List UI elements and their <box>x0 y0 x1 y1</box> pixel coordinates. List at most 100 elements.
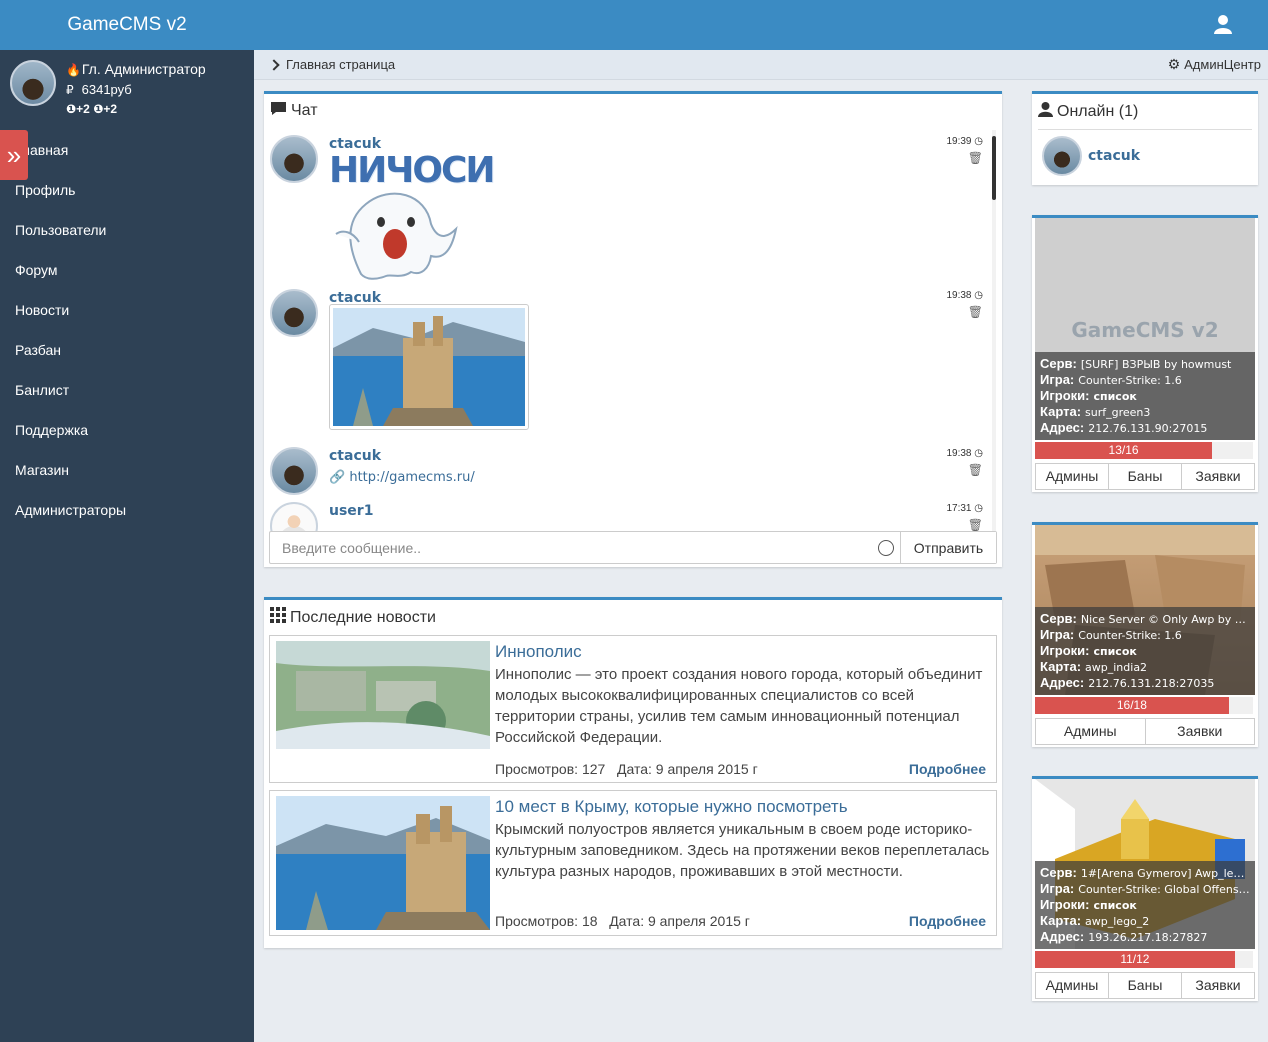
double-chevron-right-icon: » <box>6 139 22 170</box>
chat-link[interactable]: 🔗 http://gamecms.ru/ <box>329 470 475 485</box>
server-name: [SURF] ВЗРЫВ by howmust <box>1080 358 1232 371</box>
chat-time: 19:39 ◷ <box>946 136 983 147</box>
players-progress-fill: 11/12 <box>1035 951 1235 968</box>
badge-1[interactable]: +2 <box>76 102 90 116</box>
server-game: Counter-Strike: Global Offensive <box>1078 883 1250 896</box>
avatar[interactable] <box>270 502 318 531</box>
chevron-right-icon <box>268 59 280 71</box>
sidebar-item-forum[interactable]: Форум <box>0 250 254 290</box>
chat-title: Чат <box>291 102 318 119</box>
read-more-link[interactable]: Подробнее <box>909 761 986 777</box>
sidebar-item-admins[interactable]: Администраторы <box>0 490 254 530</box>
bans-button[interactable]: Баны <box>1109 973 1182 998</box>
requests-button[interactable]: Заявки <box>1182 973 1254 998</box>
smile-icon[interactable] <box>878 540 894 556</box>
server-map: awp_india2 <box>1085 661 1148 674</box>
avatar[interactable] <box>270 289 318 337</box>
user-icon[interactable] <box>1214 14 1232 34</box>
user-balance[interactable]: 6341руб <box>82 82 132 97</box>
players-list-link[interactable]: список <box>1093 645 1136 658</box>
server-address: 193.26.217.18:27827 <box>1088 931 1208 944</box>
user-role: Гл. Администратор <box>81 61 206 77</box>
user-icon <box>1038 101 1053 122</box>
chat-scrollbar[interactable] <box>992 130 996 531</box>
chat-message-input[interactable]: Введите сообщение.. <box>270 532 900 563</box>
crimea-thumbnail[interactable] <box>276 796 490 930</box>
players-progress: 16/18 <box>1035 697 1253 714</box>
chat-messages[interactable]: ctacuk 19:39 ◷ 🗑 НИЧОСИ ctacuk 19:38 ◷ 🗑 <box>269 130 995 531</box>
server-buttons: Админы Баны Заявки <box>1035 463 1255 490</box>
players-progress: 11/12 <box>1035 951 1253 968</box>
server-buttons: Админы Заявки <box>1035 718 1255 745</box>
avatar[interactable] <box>1042 136 1082 176</box>
innopolis-thumbnail[interactable] <box>276 641 490 749</box>
chat-nick[interactable]: ctacuk <box>329 448 381 464</box>
players-list-link[interactable]: список <box>1093 390 1136 403</box>
server-info: Серв: Nice Server © Only Awp by how... Иг… <box>1035 607 1255 695</box>
players-list-link[interactable]: список <box>1093 899 1136 912</box>
breadcrumb-current[interactable]: Главная страница <box>286 57 395 72</box>
chat-panel: Чат ctacuk 19:39 ◷ 🗑 НИЧОСИ ctacuk 19:38… <box>264 91 1002 567</box>
sidebar-item-profile[interactable]: Профиль <box>0 170 254 210</box>
server-map: awp_lego_2 <box>1085 915 1150 928</box>
info-icon: ❶ <box>66 102 77 116</box>
requests-button[interactable]: Заявки <box>1146 719 1255 744</box>
brand-logo[interactable]: GameCMS v2 <box>0 0 254 50</box>
admins-button[interactable]: Админы <box>1036 464 1109 489</box>
server-game: Counter-Strike: 1.6 <box>1078 374 1182 387</box>
send-button[interactable]: Отправить <box>900 532 996 563</box>
badge-2[interactable]: +2 <box>103 102 117 116</box>
sidebar-item-home[interactable]: Главная <box>0 130 254 170</box>
server-info: Серв: [SURF] ВЗРЫВ by howmust Игра: Counte… <box>1035 352 1255 440</box>
sidebar-item-unban[interactable]: Разбан <box>0 330 254 370</box>
chat-time: 17:31 ◷ <box>946 503 983 514</box>
chat-time: 19:38 ◷ <box>946 290 983 301</box>
avatar[interactable] <box>10 60 56 106</box>
ruble-icon: ₽ <box>66 83 74 97</box>
server-map-image[interactable]: Серв: Nice Server © Only Awp by how... Иг… <box>1035 525 1255 695</box>
news-title: Последние новости <box>290 608 436 626</box>
admin-center-label: АдминЦентр <box>1184 57 1261 72</box>
server-card: Серв: Nice Server © Only Awp by how... Иг… <box>1032 522 1258 747</box>
news-title-link[interactable]: Иннополис <box>495 642 582 662</box>
chat-input-group: Введите сообщение.. Отправить <box>269 531 997 564</box>
chat-image[interactable] <box>329 304 529 430</box>
chat-nick[interactable]: user1 <box>329 503 373 519</box>
chat-message: ctacuk 19:39 ◷ 🗑 НИЧОСИ <box>269 130 987 280</box>
sidebar-item-banlist[interactable]: Банлист <box>0 370 254 410</box>
grid-icon <box>270 607 286 628</box>
sidebar-item-news[interactable]: Новости <box>0 290 254 330</box>
news-meta: Просмотров: 18 Дата: 9 апреля 2015 г <box>495 913 750 929</box>
trash-icon[interactable]: 🗑 <box>968 518 983 531</box>
news-item: 10 мест в Крыму, которые нужно посмотрет… <box>269 790 997 936</box>
news-panel: Последние новости Иннополис Иннополис — … <box>264 597 1002 948</box>
admins-button[interactable]: Админы <box>1036 973 1109 998</box>
trash-icon[interactable]: 🗑 <box>968 305 983 319</box>
bans-button[interactable]: Баны <box>1109 464 1182 489</box>
server-card: Серв: 1#[Arena Gymerov] Awp_lego2 ... Игр… <box>1032 776 1258 1001</box>
trash-icon[interactable]: 🗑 <box>968 151 983 165</box>
fire-icon: 🔥 <box>66 63 81 77</box>
server-map-image[interactable]: Серв: 1#[Arena Gymerov] Awp_lego2 ... Игр… <box>1035 779 1255 949</box>
news-title-link[interactable]: 10 мест в Крыму, которые нужно посмотрет… <box>495 797 848 817</box>
avatar[interactable] <box>270 135 318 183</box>
chat-message: user1 17:31 ◷ 🗑 <box>269 497 987 531</box>
read-more-link[interactable]: Подробнее <box>909 913 986 929</box>
server-name: Nice Server © Only Awp by how... <box>1080 613 1250 626</box>
online-user-nick[interactable]: ctacuk <box>1088 148 1140 164</box>
news-meta: Просмотров: 127 Дата: 9 апреля 2015 г <box>495 761 758 777</box>
scroll-thumb[interactable] <box>992 136 996 200</box>
sidebar-item-support[interactable]: Поддержка <box>0 410 254 450</box>
sidebar-item-shop[interactable]: Магазин <box>0 450 254 490</box>
sidebar-item-users[interactable]: Пользователи <box>0 210 254 250</box>
admins-button[interactable]: Админы <box>1036 719 1146 744</box>
admin-center-link[interactable]: ⚙ АдминЦентр <box>1168 56 1261 73</box>
avatar[interactable] <box>270 447 318 495</box>
sidebar-toggle-button[interactable]: » <box>0 130 28 180</box>
link-icon: 🔗 <box>329 470 346 485</box>
server-map-image[interactable]: GameCMS v2 Серв: [SURF] ВЗРЫВ by howmust … <box>1035 218 1255 440</box>
trash-icon[interactable]: 🗑 <box>968 463 983 477</box>
server-address: 212.76.131.90:27015 <box>1088 422 1208 435</box>
requests-button[interactable]: Заявки <box>1182 464 1254 489</box>
online-user[interactable]: ctacuk <box>1032 130 1258 182</box>
